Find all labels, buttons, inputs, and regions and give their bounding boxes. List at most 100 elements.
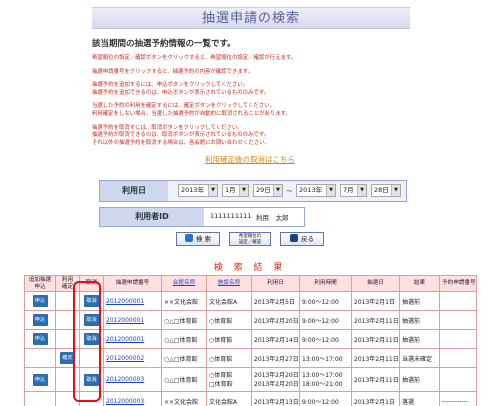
- facility-cell: ○体育館 □体育館: [206, 367, 252, 392]
- cancel-button[interactable]: 取消: [84, 295, 99, 307]
- intro-section: 該当期間の抽選予約情報の一覧です。 希望順位の設定／確認ボタンをクリックすると、…: [92, 37, 422, 147]
- lottery-number-link[interactable]: 2012000003: [103, 391, 162, 406]
- results-table: 追加抽選 申込 利用 確定 取消 抽選申請番号 会館名称 施設名称 利用日 利用時間…: [24, 275, 477, 406]
- cancel-button[interactable]: 取消: [84, 314, 99, 326]
- cancel-cell: 取消: [79, 329, 104, 349]
- col-use-time: 利用時間: [299, 275, 352, 292]
- from-month-select[interactable]: 1月 ▼: [222, 184, 249, 197]
- search-button[interactable]: 検 索: [176, 232, 220, 246]
- to-year-value: 2013年: [299, 186, 323, 194]
- chevron-down-icon: ▼: [208, 185, 217, 196]
- col-reservation-no: 予約申請番号: [439, 275, 477, 292]
- col-use-date: 利用日: [251, 275, 300, 292]
- lottery-date-cell: 2013年2月1日: [351, 391, 400, 406]
- lottery-number-link[interactable]: 2012000001: [103, 291, 162, 311]
- from-day-value: 29日: [256, 186, 271, 194]
- lottery-number-link[interactable]: 2012000003: [103, 367, 162, 392]
- cancel-button[interactable]: 取消: [84, 373, 99, 386]
- use-date-line: 2013年2月20日: [254, 380, 299, 388]
- result-cell: 抽選前: [399, 310, 440, 330]
- col-apply-label-2: 申込: [34, 283, 46, 290]
- apply-button[interactable]: 申込: [32, 333, 48, 345]
- use-date-line: 2013年2月20日: [254, 371, 299, 379]
- confirm-cell: [55, 291, 80, 311]
- reservation-no-cell: [439, 310, 477, 330]
- to-year-select[interactable]: 2013年 ▼: [296, 184, 336, 197]
- apply-button[interactable]: 申込: [32, 314, 48, 326]
- use-time-cell: 13:00～17:00 18:00～21:00: [299, 367, 352, 392]
- facility-line: ○体育館: [209, 371, 233, 379]
- col-hall[interactable]: 会館名称: [161, 275, 207, 292]
- col-number: 抽選申請番号: [103, 275, 162, 292]
- lottery-number-link[interactable]: 2012000001: [103, 310, 162, 330]
- confirm-button[interactable]: 確定: [60, 352, 75, 364]
- date-search-row: 利用日 2013年 ▼ 1月 ▼ 29日 ▼ ～ 2013年 ▼ 7月 ▼ 28日 ▼: [99, 180, 407, 202]
- col-apply: 追加抽選 申込: [24, 275, 56, 292]
- use-time-cell: 9:00～12:00: [299, 310, 352, 330]
- from-month-value: 1月: [225, 186, 236, 194]
- apply-button[interactable]: 申込: [32, 295, 48, 307]
- apply-cell: 申込: [24, 291, 56, 311]
- facility-cell: 文化会館A: [206, 291, 252, 311]
- use-date-cell: 2013年2月20日 2013年2月20日: [251, 367, 300, 392]
- to-month-value: 7月: [343, 186, 354, 194]
- notice-line: 抽選申請番号をクリックすると、抽選予約の内容が確認できます。: [92, 68, 253, 75]
- table-header-row: 追加抽選 申込 利用 確定 取消 抽選申請番号 会館名称 施設名称 利用日 利用時間…: [24, 275, 477, 292]
- user-id-label: 利用者ID: [100, 208, 204, 226]
- apply-cell: [24, 348, 56, 368]
- confirm-cell: [55, 329, 80, 349]
- user-id-value: 1111111111: [210, 212, 252, 220]
- search-icon: [184, 234, 193, 242]
- notice-line: 抽選予約を追加できるのは、申込ボタンが表示されているもののみです。: [92, 89, 270, 96]
- facility-cell: ○体育館: [206, 329, 252, 349]
- chevron-down-icon: ▼: [391, 185, 400, 196]
- apply-button[interactable]: 申込: [32, 373, 48, 386]
- notice-line: 利用確定をしない場合、当選した抽選予約が自動的に取消されることがあります。: [92, 110, 291, 117]
- hall-cell: ○△□体育館: [161, 329, 207, 349]
- cancel-after-confirm-link[interactable]: 利用確定後の取消はこちら: [0, 154, 500, 165]
- col-result: 結果: [399, 275, 440, 292]
- col-facility[interactable]: 施設名称: [206, 275, 252, 292]
- col-apply-label-1: 追加抽選: [28, 277, 52, 283]
- hall-cell: ××文化会館: [161, 391, 207, 406]
- cancel-button[interactable]: 取消: [84, 333, 99, 345]
- cancel-cell: 取消: [79, 367, 104, 392]
- result-cell: 抽選前: [399, 291, 440, 311]
- to-month-select[interactable]: 7月 ▼: [340, 184, 367, 197]
- chevron-down-icon: ▼: [326, 185, 335, 196]
- use-date-cell: 2013年2月14日: [251, 329, 300, 349]
- use-time-cell: 9:00～12:00: [299, 291, 352, 311]
- lottery-date-cell: 2013年2月11日: [351, 329, 400, 349]
- notice-line: それ以外の抽選予約を取消する場合は、各会館にお問い合わせください。: [92, 139, 270, 146]
- notice-line: 希望順位の設定／確認ボタンをクリックすると、希望順位の設定／確認が行えます。: [92, 55, 297, 61]
- from-year-select[interactable]: 2013年 ▼: [178, 184, 218, 197]
- to-day-select[interactable]: 28日 ▼: [371, 184, 401, 197]
- cancel-cell: 取消: [79, 310, 104, 330]
- user-row: 利用者ID 1111111111 利用 太郎: [99, 207, 305, 227]
- facility-cell: ○体育館: [206, 310, 252, 330]
- from-year-value: 2013年: [181, 186, 205, 194]
- notice-line: 抽選予約を追加するには、申込ボタンをクリックしてください。: [92, 82, 249, 89]
- use-time-cell: 9:00～12:00: [299, 329, 352, 349]
- table-row: 申込 取消 2012000001 ××文化会館 文化会館A 2013年2月5日 …: [24, 291, 477, 311]
- cancel-cell: [79, 391, 104, 406]
- range-separator: ～: [286, 187, 293, 195]
- apply-cell: 申込: [24, 367, 56, 392]
- confirm-cell: 確定: [55, 348, 80, 368]
- lottery-number-link[interactable]: 2012000001: [103, 329, 162, 349]
- use-time-cell: 13:00～17:00: [299, 348, 352, 368]
- lottery-number-link[interactable]: 2012000002: [103, 348, 162, 368]
- use-time-line: 18:00～21:00: [302, 380, 343, 388]
- result-cell: 抽選前: [399, 367, 440, 392]
- lottery-date-cell: 2013年2月1日: [351, 291, 400, 311]
- reservation-no-cell: ------------: [439, 391, 477, 406]
- priority-settings-button[interactable]: 希望順位の 設定／確認: [229, 232, 271, 246]
- lottery-date-cell: 2013年2月11日: [351, 367, 400, 392]
- notice-line: 抽選予約が取消できるのは、取消ボタンが表示されているもののみです。: [92, 132, 270, 139]
- from-day-select[interactable]: 29日 ▼: [253, 184, 283, 197]
- col-lottery-date: 抽選日: [351, 275, 400, 292]
- reservation-no-cell: [439, 291, 477, 311]
- back-button[interactable]: 戻る: [280, 232, 324, 246]
- intro-heading: 該当期間の抽選予約情報の一覧です。: [92, 39, 236, 49]
- apply-cell: 申込: [24, 310, 56, 330]
